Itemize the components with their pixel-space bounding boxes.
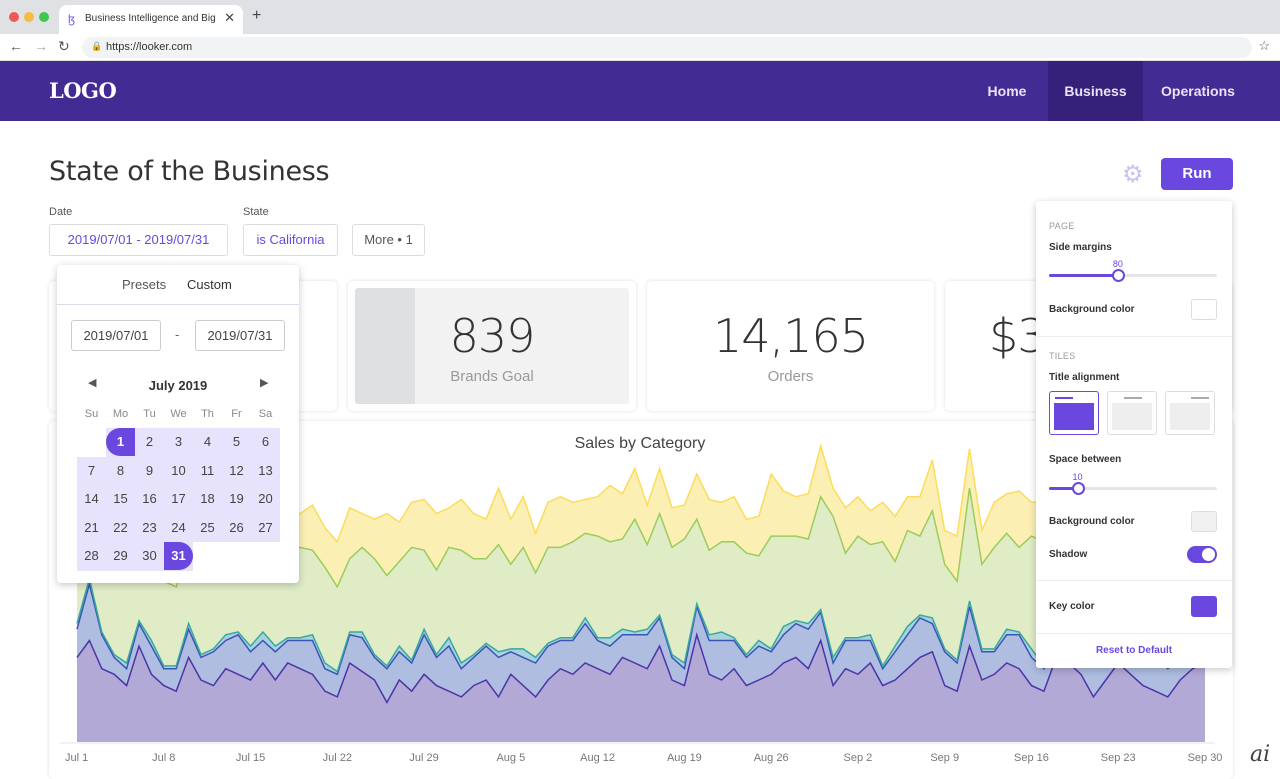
- x-tick-label: Aug 19: [667, 752, 702, 764]
- end-date-input[interactable]: 2019/07/31: [195, 320, 285, 351]
- slider-value: 80: [1112, 259, 1123, 269]
- calendar-day[interactable]: 11: [193, 457, 222, 485]
- weekday-header: Mo: [112, 408, 129, 420]
- calendar-day[interactable]: 28: [77, 542, 106, 570]
- calendar-day[interactable]: 10: [164, 457, 193, 485]
- calendar-day[interactable]: 22: [106, 514, 135, 542]
- calendar-day[interactable]: 31: [164, 542, 193, 570]
- weekday-header: Th: [201, 408, 214, 420]
- slider-value: 10: [1072, 472, 1083, 482]
- calendar-day[interactable]: 3: [164, 428, 193, 456]
- shadow-toggle[interactable]: [1187, 546, 1217, 563]
- range-separator: -: [175, 327, 180, 342]
- section-header-page: PAGE: [1049, 221, 1075, 231]
- weekday-header: Su: [84, 408, 99, 420]
- align-bar: [1124, 397, 1142, 399]
- calendar-day[interactable]: 8: [106, 457, 135, 485]
- calendar-day[interactable]: 27: [251, 514, 280, 542]
- tab-custom[interactable]: Custom: [187, 277, 232, 292]
- tile-bg-label: Background color: [1049, 516, 1135, 527]
- x-tick-label: Jul 8: [152, 752, 175, 764]
- x-tick-label: Jul 29: [409, 752, 438, 764]
- shadow-label: Shadow: [1049, 549, 1088, 560]
- calendar-day[interactable]: 24: [164, 514, 193, 542]
- x-tick-label: Aug 26: [754, 752, 789, 764]
- calendar-day[interactable]: 20: [251, 485, 280, 513]
- weekday-header: Tu: [143, 408, 156, 420]
- calendar-day[interactable]: 1: [106, 428, 135, 456]
- key-color-label: Key color: [1049, 601, 1095, 612]
- calendar-day[interactable]: 30: [135, 542, 164, 570]
- side-margins-label: Side margins: [1049, 242, 1112, 253]
- x-tick-label: Sep 30: [1188, 752, 1223, 764]
- divider: [1036, 336, 1232, 337]
- align-center-option[interactable]: [1107, 391, 1157, 435]
- key-color-swatch[interactable]: [1191, 596, 1217, 617]
- tile-bg-color-swatch[interactable]: [1191, 511, 1217, 532]
- date-picker-popup: Presets Custom 2019/07/01 - 2019/07/31 ◀…: [57, 265, 299, 583]
- space-between-slider[interactable]: 10: [1049, 472, 1217, 495]
- calendar-day[interactable]: 29: [106, 542, 135, 570]
- calendar-day[interactable]: 12: [222, 457, 251, 485]
- settings-panel: PAGE Side margins 80 Background color TI…: [1036, 201, 1232, 668]
- calendar-day[interactable]: 26: [222, 514, 251, 542]
- x-tick-label: Jul 15: [236, 752, 265, 764]
- calendar-day[interactable]: 18: [193, 485, 222, 513]
- calendar-day[interactable]: 9: [135, 457, 164, 485]
- start-date-input[interactable]: 2019/07/01: [71, 320, 161, 351]
- divider: [1036, 580, 1232, 581]
- align-body: [1054, 403, 1094, 430]
- align-left-option[interactable]: [1049, 391, 1099, 435]
- space-between-label: Space between: [1049, 454, 1122, 465]
- calendar-day[interactable]: 25: [193, 514, 222, 542]
- calendar-day[interactable]: 19: [222, 485, 251, 513]
- align-right-option[interactable]: [1165, 391, 1215, 435]
- next-month-icon[interactable]: ▶: [260, 376, 268, 389]
- title-alignment-label: Title alignment: [1049, 372, 1120, 383]
- x-tick-label: Sep 9: [930, 752, 959, 764]
- calendar-day[interactable]: 21: [77, 514, 106, 542]
- align-body: [1170, 403, 1210, 430]
- slider-handle[interactable]: [1071, 482, 1085, 495]
- align-body: [1112, 403, 1152, 430]
- calendar-day[interactable]: 23: [135, 514, 164, 542]
- slider-fill: [1049, 274, 1118, 277]
- divider: [1036, 633, 1232, 634]
- calendar-day[interactable]: 13: [251, 457, 280, 485]
- align-bar: [1055, 397, 1073, 399]
- align-bar: [1191, 397, 1209, 399]
- side-margins-slider[interactable]: 80: [1049, 259, 1217, 282]
- x-tick-label: Sep 16: [1014, 752, 1049, 764]
- calendar-day[interactable]: 2: [135, 428, 164, 456]
- calendar-day[interactable]: 14: [77, 485, 106, 513]
- weekday-header: Sa: [258, 408, 273, 420]
- watermark-logo: ai: [1250, 742, 1271, 767]
- reset-to-default-link[interactable]: Reset to Default: [1036, 645, 1232, 656]
- x-tick-label: Aug 5: [496, 752, 525, 764]
- x-tick-label: Sep 2: [844, 752, 873, 764]
- calendar-day[interactable]: 6: [251, 428, 280, 456]
- x-tick-label: Aug 12: [580, 752, 615, 764]
- x-tick-label: Sep 23: [1101, 752, 1136, 764]
- slider-handle[interactable]: [1111, 269, 1125, 282]
- calendar-day[interactable]: 7: [77, 457, 106, 485]
- calendar-day[interactable]: 16: [135, 485, 164, 513]
- page-bg-label: Background color: [1049, 304, 1135, 315]
- weekday-header: We: [170, 408, 187, 420]
- calendar-day[interactable]: 15: [106, 485, 135, 513]
- date-picker-tabs: Presets Custom: [57, 265, 299, 305]
- x-tick-label: Jul 1: [65, 752, 88, 764]
- page-bg-color-swatch[interactable]: [1191, 299, 1217, 320]
- x-tick-label: Jul 22: [323, 752, 352, 764]
- weekday-header: Fr: [231, 408, 242, 420]
- calendar-day[interactable]: 4: [193, 428, 222, 456]
- tab-presets[interactable]: Presets: [122, 277, 166, 292]
- section-header-tiles: TILES: [1049, 351, 1076, 361]
- calendar-day[interactable]: 17: [164, 485, 193, 513]
- calendar-day[interactable]: 5: [222, 428, 251, 456]
- toggle-knob: [1202, 548, 1215, 561]
